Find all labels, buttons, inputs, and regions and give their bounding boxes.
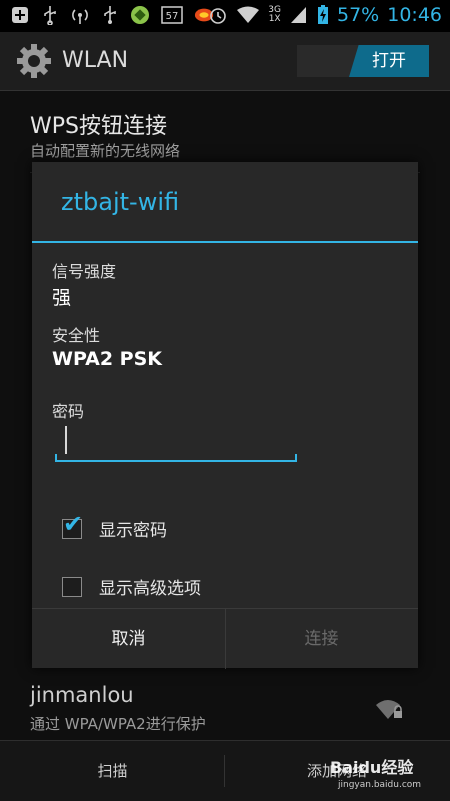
signal-strength-label: 信号强度 [52,262,117,281]
plus-icon [10,5,30,25]
status-icons-left: 57 [10,5,214,25]
action-bar: WLAN 打开 [0,32,450,91]
toggle-on-label: 打开 [349,45,429,77]
security-value: WPA2 PSK [52,348,163,370]
checkmark-icon: ✔ [63,509,84,538]
wps-button-connect-title[interactable]: WPS按钮连接 [30,108,167,140]
page-title: WLAN [62,48,129,73]
text-caret [65,426,67,454]
show-advanced-label: 显示高级选项 [99,579,201,599]
usb-icon [100,5,120,25]
clock: 10:46 [387,4,442,26]
dialog-title: ztbajt-wifi [61,188,180,216]
wifi-signal-icon [236,5,260,25]
wlan-toggle[interactable]: 打开 [297,45,429,77]
cancel-button[interactable]: 取消 [32,609,225,669]
baidu-watermark-url: jingyan.baidu.com [338,780,422,790]
connect-button[interactable]: 连接 [225,609,418,669]
battery-charging-icon [317,5,329,25]
security-label: 安全性 [52,326,101,345]
show-advanced-row[interactable]: 显示高级选项 [62,574,201,599]
notification-57-icon: 57 [160,5,184,25]
baidu-watermark: Baidu经验 [330,758,414,777]
wifi-connect-dialog: ztbajt-wifi 信号强度 强 安全性 WPA2 PSK 密码 ✔ 显示密… [32,162,418,669]
app-icon [130,5,150,25]
settings-gear-icon[interactable] [16,43,52,79]
scan-button[interactable]: 扫描 [0,741,225,801]
show-password-row[interactable]: ✔ 显示密码 [62,512,167,541]
wifi-locked-icon [376,700,402,719]
usb-icon [40,5,60,25]
network-item-name[interactable]: jinmanlou [30,683,134,707]
network-type-label: 3G 1X [268,5,281,24]
show-password-label: 显示密码 [99,521,167,541]
status-icons-right: 3G 1X 57% 10:46 [208,4,442,26]
battery-percent: 57% [337,4,380,26]
cell-signal-icon [289,5,309,25]
alarm-icon [208,5,228,25]
signal-strength-value: 强 [52,287,72,309]
svg-text:57: 57 [166,11,179,22]
status-bar: 57 3G 1X 57% 10:46 [0,0,450,32]
wifi-hotspot-icon [70,5,90,25]
show-password-checkbox[interactable]: ✔ [62,512,83,539]
dialog-title-divider [32,241,418,243]
password-input[interactable] [55,418,297,462]
dialog-button-bar: 取消 连接 [32,608,418,669]
network-item-security: 通过 WPA/WPA2进行保护 [30,715,206,733]
show-advanced-checkbox[interactable] [62,576,82,597]
wps-button-connect-subtitle: 自动配置新的无线网络 [30,142,181,160]
